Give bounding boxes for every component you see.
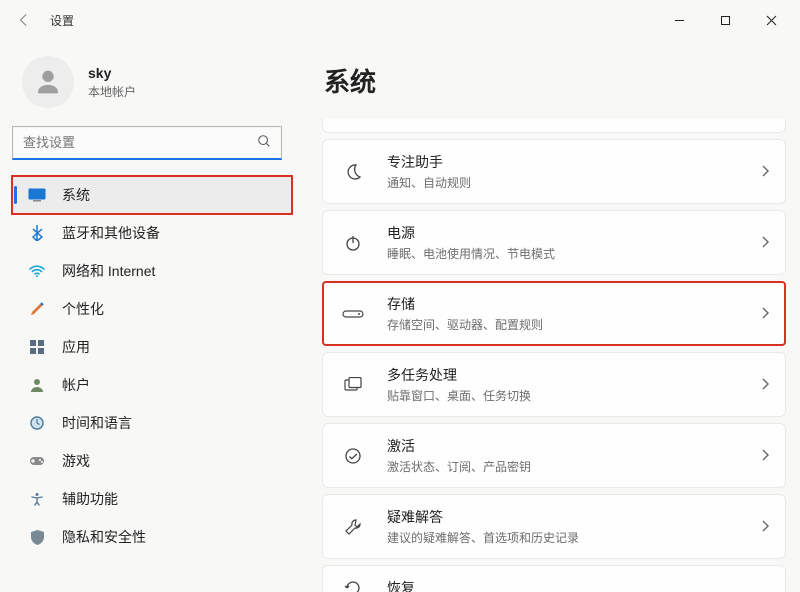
recovery-icon xyxy=(339,580,367,592)
nav-item-privacy[interactable]: 隐私和安全性 xyxy=(12,518,292,556)
card-subtitle: 建议的疑难解答、首选项和历史记录 xyxy=(387,529,761,546)
chevron-right-icon xyxy=(761,377,769,393)
avatar xyxy=(22,56,74,108)
multitask-icon xyxy=(339,377,367,393)
card-title: 多任务处理 xyxy=(387,365,761,385)
sidebar: sky 本地帐户 系统 蓝牙和其 xyxy=(0,40,300,592)
card-subtitle: 贴靠窗口、桌面、任务切换 xyxy=(387,387,761,404)
nav-list: 系统 蓝牙和其他设备 网络和 Internet 个性化 xyxy=(12,176,292,556)
chevron-right-icon xyxy=(761,448,769,464)
card-title: 激活 xyxy=(387,436,761,456)
card-title: 疑难解答 xyxy=(387,507,761,527)
titlebar: 设置 xyxy=(0,0,800,40)
drive-icon xyxy=(339,308,367,320)
card-title: 电源 xyxy=(387,223,761,243)
bluetooth-icon xyxy=(26,225,48,241)
moon-icon xyxy=(339,163,367,181)
card-power[interactable]: 电源 睡眠、电池使用情况、节电模式 xyxy=(322,210,786,275)
maximize-button[interactable] xyxy=(702,4,748,36)
nav-item-personalize[interactable]: 个性化 xyxy=(12,290,292,328)
nav-item-network[interactable]: 网络和 Internet xyxy=(12,252,292,290)
nav-label: 时间和语言 xyxy=(62,413,132,433)
nav-item-apps[interactable]: 应用 xyxy=(12,328,292,366)
wifi-icon xyxy=(26,265,48,277)
nav-label: 蓝牙和其他设备 xyxy=(62,223,160,243)
nav-label: 个性化 xyxy=(62,299,104,319)
card-focus[interactable]: 专注助手 通知、自动规则 xyxy=(322,139,786,204)
nav-label: 应用 xyxy=(62,337,90,357)
search-icon xyxy=(257,134,271,151)
check-circle-icon xyxy=(339,447,367,465)
nav-label: 隐私和安全性 xyxy=(62,527,146,547)
window-controls xyxy=(656,4,794,36)
nav-label: 游戏 xyxy=(62,451,90,471)
nav-label: 辅助功能 xyxy=(62,489,118,509)
person-icon xyxy=(26,378,48,392)
card-title: 恢复 xyxy=(387,578,769,592)
close-button[interactable] xyxy=(748,4,794,36)
search-input[interactable] xyxy=(23,135,257,150)
apps-icon xyxy=(26,340,48,354)
gamepad-icon xyxy=(26,455,48,467)
brush-icon xyxy=(26,301,48,317)
nav-label: 系统 xyxy=(62,185,90,205)
chevron-right-icon xyxy=(761,519,769,535)
nav-item-system[interactable]: 系统 xyxy=(12,176,292,214)
card-multitask[interactable]: 多任务处理 贴靠窗口、桌面、任务切换 xyxy=(322,352,786,417)
power-icon xyxy=(339,234,367,252)
card-title: 专注助手 xyxy=(387,152,761,172)
nav-label: 帐户 xyxy=(62,375,90,395)
card-recovery[interactable]: 恢复 xyxy=(322,565,786,592)
nav-item-bluetooth[interactable]: 蓝牙和其他设备 xyxy=(12,214,292,252)
wrench-icon xyxy=(339,518,367,536)
shield-icon xyxy=(26,530,48,545)
minimize-button[interactable] xyxy=(656,4,702,36)
nav-label: 网络和 Internet xyxy=(62,261,155,281)
card-subtitle: 激活状态、订阅、产品密钥 xyxy=(387,458,761,475)
chevron-right-icon xyxy=(761,306,769,322)
nav-item-accessibility[interactable]: 辅助功能 xyxy=(12,480,292,518)
nav-item-time[interactable]: 时间和语言 xyxy=(12,404,292,442)
page-title: 系统 xyxy=(322,40,786,119)
account-block[interactable]: sky 本地帐户 xyxy=(12,40,292,126)
chevron-right-icon xyxy=(761,235,769,251)
account-name: sky xyxy=(88,65,136,81)
back-button[interactable] xyxy=(6,2,42,38)
card-partial-top[interactable] xyxy=(322,119,786,133)
nav-item-gaming[interactable]: 游戏 xyxy=(12,442,292,480)
card-subtitle: 睡眠、电池使用情况、节电模式 xyxy=(387,245,761,262)
accessibility-icon xyxy=(26,492,48,506)
search-box[interactable] xyxy=(12,126,282,160)
card-title: 存储 xyxy=(387,294,761,314)
nav-item-accounts[interactable]: 帐户 xyxy=(12,366,292,404)
card-subtitle: 通知、自动规则 xyxy=(387,174,761,191)
account-type: 本地帐户 xyxy=(88,83,136,100)
card-storage[interactable]: 存储 存储空间、驱动器、配置规则 xyxy=(322,281,786,346)
main-content: 系统 专注助手 通知、自动规则 电源 睡眠、电池使用情况、节电 xyxy=(300,40,800,592)
card-activation[interactable]: 激活 激活状态、订阅、产品密钥 xyxy=(322,423,786,488)
chevron-right-icon xyxy=(761,164,769,180)
card-troubleshoot[interactable]: 疑难解答 建议的疑难解答、首选项和历史记录 xyxy=(322,494,786,559)
system-icon xyxy=(26,188,48,202)
window-title: 设置 xyxy=(50,12,74,29)
clock-icon xyxy=(26,416,48,430)
card-subtitle: 存储空间、驱动器、配置规则 xyxy=(387,316,761,333)
